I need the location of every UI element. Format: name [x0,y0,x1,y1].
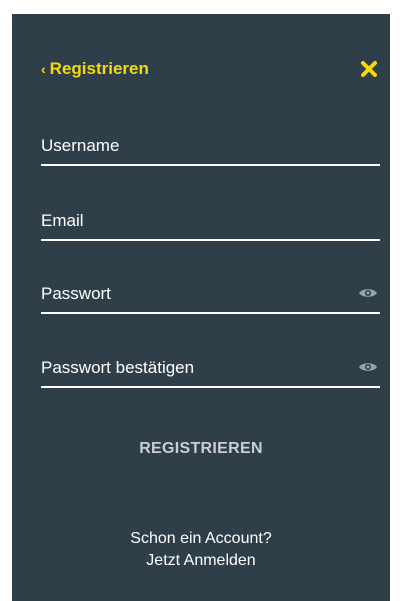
eye-icon[interactable] [358,360,378,374]
login-link[interactable]: Jetzt Anmelden [12,550,390,572]
login-prompt: Schon ein Account? Jetzt Anmelden [12,528,390,572]
eye-icon[interactable] [358,286,378,300]
close-icon[interactable] [360,60,378,78]
register-button[interactable]: REGISTRIEREN [12,440,390,458]
chevron-left-icon: ‹ [41,61,46,77]
back-button[interactable]: ‹ Registrieren [41,54,149,84]
email-input[interactable] [41,205,341,237]
back-label: Registrieren [49,59,149,78]
email-field [41,205,380,241]
password-field [41,278,380,314]
username-input[interactable] [41,130,341,162]
header: ‹ Registrieren [12,54,390,84]
login-prompt-text: Schon ein Account? [130,530,272,547]
password-confirm-input[interactable] [41,352,341,384]
register-screen: ‹ Registrieren REGISTRIEREN Schon ein Ac… [12,14,390,601]
username-field [41,130,380,166]
password-confirm-field [41,352,380,388]
password-input[interactable] [41,278,341,310]
